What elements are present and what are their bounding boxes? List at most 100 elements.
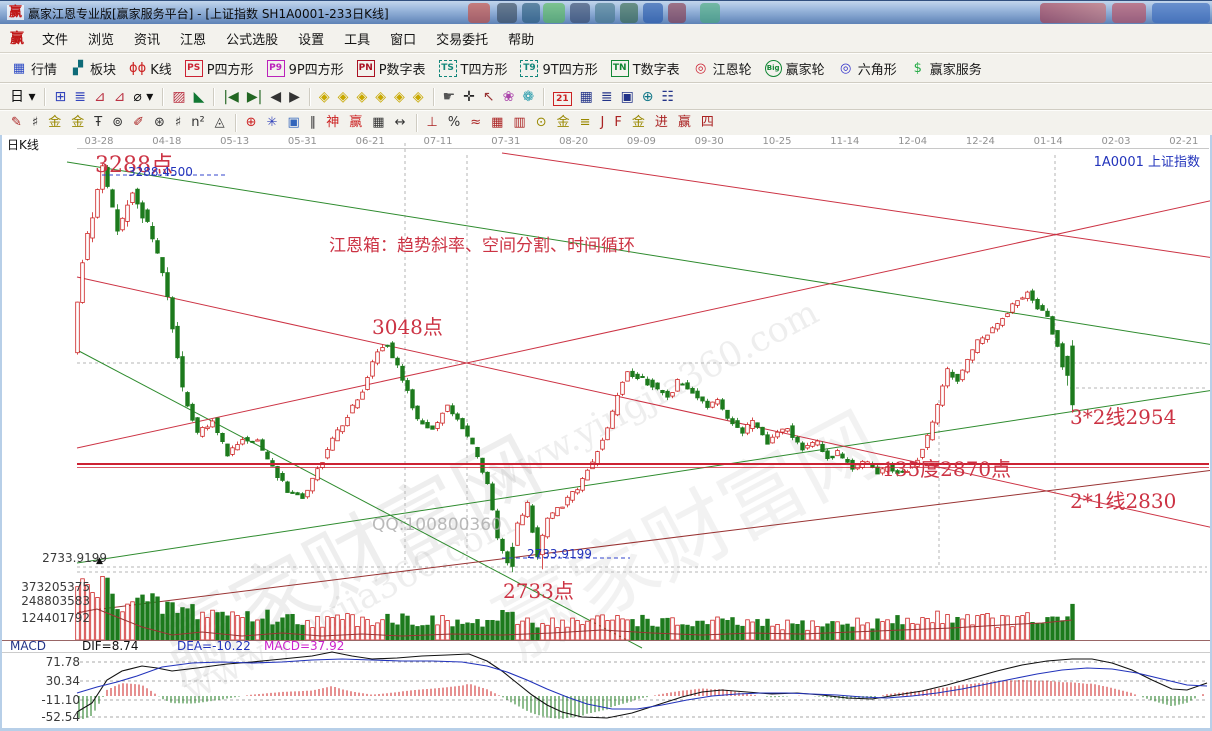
draw-redgrid-icon[interactable]: ▦ <box>486 112 508 134</box>
draw-square-target-icon[interactable]: ▣ <box>282 112 304 134</box>
toolbar-quotes-button[interactable]: ▦行情 <box>6 57 65 80</box>
draw-tline-icon[interactable]: ⊥ <box>422 112 443 134</box>
candle-type-dropdown[interactable]: ⌀ ▾ <box>129 86 157 108</box>
draw-f-tool-icon[interactable]: Ŧ <box>89 112 107 134</box>
crosshair-tool-icon[interactable]: ✛ <box>459 86 479 108</box>
draw-jin-icon[interactable]: 进 <box>650 112 673 134</box>
period-label: 日K线 <box>7 136 39 153</box>
date-tick-label: 02-21 <box>1169 136 1198 147</box>
draw-gold-grid2-icon[interactable]: 金 <box>66 112 89 134</box>
prev-bar-icon[interactable]: ◀ <box>266 86 285 108</box>
hand-tool-icon[interactable]: ☛ <box>439 86 460 108</box>
pattern-icon[interactable]: ▨ <box>168 86 189 108</box>
mini-chart9-icon[interactable]: ⊿ <box>110 86 130 108</box>
desktop-icon <box>468 3 490 23</box>
last-bar-icon[interactable]: ▶| <box>243 86 266 108</box>
zoom-diamond-icon[interactable]: ◈ <box>334 86 353 108</box>
calendar-icon[interactable]: 21 <box>549 86 576 108</box>
draw-grid2-icon[interactable]: ▦ <box>367 112 389 134</box>
desktop-icon <box>620 3 638 23</box>
toolbar-9t-square-button[interactable]: T99T四方形 <box>515 57 605 80</box>
macd-dif-value: DIF=8.74 <box>82 639 138 653</box>
info-list-icon[interactable]: ≣ <box>70 86 90 108</box>
menu-item[interactable]: 帮助 <box>498 25 544 52</box>
draw-wave-icon[interactable]: ≈ <box>465 112 486 134</box>
window-layout-icon[interactable]: ⊞ <box>50 86 70 108</box>
zoom-diamond-icon[interactable]: ◈ <box>315 86 334 108</box>
draw-n2-icon[interactable]: n² <box>186 112 209 134</box>
toolbar-t-digit-table-button[interactable]: TNT数字表 <box>606 57 688 80</box>
menu-item[interactable]: 窗口 <box>380 25 426 52</box>
toolbar-hexagon-button[interactable]: ◎六角形 <box>833 57 905 80</box>
draw-hash-icon[interactable]: ♯ <box>170 112 186 134</box>
macd-hist-value: MACD=37.92 <box>264 639 344 653</box>
menu-item[interactable]: 浏览 <box>78 25 124 52</box>
draw-ying-icon[interactable]: 赢 <box>344 112 367 134</box>
zoom-diamond-icon[interactable]: ◈ <box>390 86 409 108</box>
toolbar-p-digit-table-button[interactable]: PNP数字表 <box>352 57 434 80</box>
menu-item[interactable]: 交易委托 <box>426 25 498 52</box>
toolbar-kline-button[interactable]: ϕϕK线 <box>124 57 180 80</box>
draw-shen-icon[interactable]: 神 <box>321 112 344 134</box>
save-icon[interactable]: ▣ <box>617 86 638 108</box>
toolbar-winner-wheel-button[interactable]: Big赢家轮 <box>760 57 833 80</box>
date-tick-label: 02-03 <box>1101 136 1130 147</box>
draw-j-line-icon[interactable]: J <box>596 112 610 134</box>
draw-ruler-icon[interactable]: ∥ <box>305 112 322 134</box>
mini-chart3-icon[interactable]: ⊿ <box>90 86 110 108</box>
menu-item[interactable]: 设置 <box>288 25 334 52</box>
draw-span-icon[interactable]: ↔ <box>390 112 411 134</box>
draw-gold-circle-icon[interactable]: ⊙ <box>531 112 552 134</box>
calculator-icon[interactable]: ▦ <box>576 86 597 108</box>
draw-brush-icon[interactable]: ✎ <box>6 112 27 134</box>
draw-grid-icon[interactable]: ♯ <box>27 112 43 134</box>
toolbar-winner-service-button[interactable]: $赢家服务 <box>905 57 990 80</box>
date-tick-label: 09-09 <box>627 136 656 147</box>
menu-item[interactable]: 江恩 <box>170 25 216 52</box>
draw-gold-line-icon[interactable]: 金 <box>627 112 650 134</box>
toolbar-gann-wheel-button[interactable]: ◎江恩轮 <box>688 57 760 80</box>
first-bar-icon[interactable]: |◀ <box>219 86 242 108</box>
chart-region[interactable]: 赢家财富网 www.yingjia360.com www.yingjia360.… <box>0 135 1212 731</box>
p-digit-table-icon: PN <box>357 60 375 77</box>
menu-item[interactable]: 工具 <box>334 25 380 52</box>
toolbar-p-square-button[interactable]: PSP四方形 <box>180 57 262 80</box>
draw-pct-icon[interactable]: % <box>443 112 465 134</box>
notes-icon[interactable]: ≣ <box>597 86 617 108</box>
print-icon[interactable]: ☷ <box>658 86 679 108</box>
draw-circle-grid-icon[interactable]: ⊛ <box>149 112 170 134</box>
zoom-diamond-icon[interactable]: ◈ <box>371 86 390 108</box>
pattern-color-icon[interactable]: ❁ <box>518 86 538 108</box>
pointer-tool-icon[interactable]: ↖ <box>479 86 499 108</box>
fund-icon[interactable]: ⊕ <box>638 86 658 108</box>
draw-brush2-icon[interactable]: ✐ <box>128 112 149 134</box>
draw-levels-icon[interactable]: ≡ <box>575 112 596 134</box>
draw-redbox-icon[interactable]: ▥ <box>508 112 530 134</box>
draw-angle-icon[interactable]: ◬ <box>210 112 230 134</box>
menu-item[interactable]: 公式选股 <box>216 25 288 52</box>
toolbar-blocks-button[interactable]: ▞板块 <box>65 57 124 80</box>
title-bar[interactable]: 赢 赢家江恩专业版[赢家服务平台] - [上证指数 SH1A0001-233日K… <box>0 0 1212 24</box>
desktop-icon <box>700 3 720 23</box>
draw-target-icon[interactable]: ⊕ <box>241 112 262 134</box>
draw-f-line-icon[interactable]: F <box>609 112 626 134</box>
gallery-icon[interactable]: ❀ <box>499 86 519 108</box>
draw-spiral-icon[interactable]: ⊚ <box>107 112 128 134</box>
toolbar-separator <box>213 88 214 106</box>
menu-item[interactable]: 资讯 <box>124 25 170 52</box>
toolbar-t-square-button[interactable]: TST四方形 <box>434 57 516 80</box>
draw-gold3-icon[interactable]: 金 <box>552 112 575 134</box>
toolbar-9p-square-button[interactable]: P99P四方形 <box>262 57 352 80</box>
macd-indicator-label[interactable]: MACD <box>10 639 46 653</box>
zoom-diamond-icon[interactable]: ◈ <box>352 86 371 108</box>
next-bar-icon[interactable]: ▶ <box>285 86 304 108</box>
period-daily-dropdown[interactable]: 日 ▾ <box>6 86 39 108</box>
flag-icon[interactable]: ◣ <box>190 86 209 108</box>
draw-ying2-icon[interactable]: 赢 <box>673 112 696 134</box>
macd-scale-label: 30.34 <box>4 674 80 688</box>
draw-si-icon[interactable]: 四 <box>696 112 719 134</box>
draw-gold-grid-icon[interactable]: 金 <box>43 112 66 134</box>
zoom-diamond-icon[interactable]: ◈ <box>409 86 428 108</box>
menu-item[interactable]: 文件 <box>32 25 78 52</box>
draw-star-icon[interactable]: ✳ <box>262 112 283 134</box>
